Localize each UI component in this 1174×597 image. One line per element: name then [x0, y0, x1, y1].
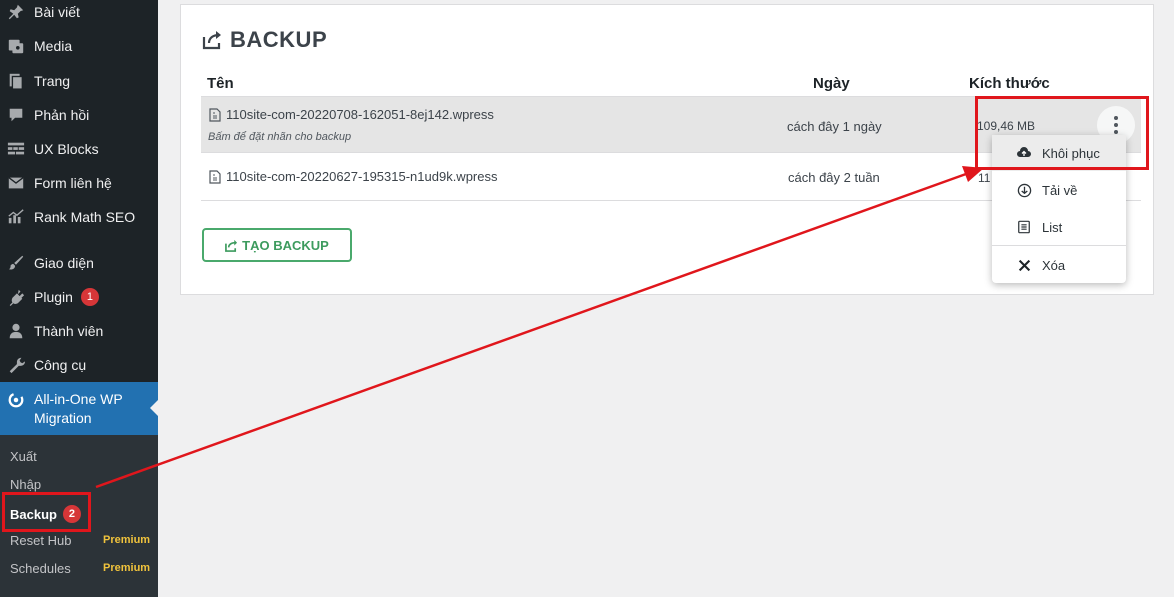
column-header-size: Kích thước: [969, 75, 1050, 92]
sidebar-item-label: Media: [34, 38, 73, 54]
sidebar-item-contact-form[interactable]: Form liên hệ: [0, 166, 158, 200]
menu-item-download[interactable]: Tải về: [992, 172, 1126, 208]
plugin-icon: [6, 287, 26, 307]
plugin-update-badge: 1: [80, 288, 99, 306]
pages-icon: [6, 71, 26, 91]
submenu-item-export[interactable]: Xuất: [10, 449, 37, 464]
sidebar-item-label: Plugin: [34, 289, 73, 305]
sidebar-item-appearance[interactable]: Giao diện: [0, 246, 158, 280]
sidebar-item-label: Form liên hệ: [34, 175, 112, 191]
sidebar-item-posts[interactable]: Bài viết: [0, 0, 158, 29]
sidebar-item-ux-blocks[interactable]: UX Blocks: [0, 132, 158, 166]
list-icon: [1016, 219, 1032, 235]
share-icon: [202, 31, 221, 50]
backup-label-hint[interactable]: Bấm để đặt nhãn cho backup: [208, 131, 351, 143]
sidebar-item-users[interactable]: Thành viên: [0, 314, 158, 348]
mail-icon: [6, 173, 26, 193]
brush-icon: [6, 253, 26, 273]
premium-tag: Premium: [103, 562, 151, 574]
close-icon: [1016, 257, 1032, 273]
highlight-box-restore: [975, 96, 1149, 170]
page-title: BACKUP: [201, 27, 327, 53]
backup-date: cách đây 2 tuần: [788, 170, 880, 185]
submenu-item-schedules[interactable]: Schedules: [10, 561, 71, 576]
user-icon: [6, 321, 26, 341]
download-icon: [1016, 182, 1032, 198]
sidebar-item-label: UX Blocks: [34, 141, 99, 157]
comment-icon: [6, 105, 26, 125]
migration-icon: [6, 390, 26, 410]
sidebar-item-label: Bài viết: [34, 4, 80, 20]
create-backup-button[interactable]: TẠO BACKUP: [202, 228, 352, 262]
media-icon: [6, 36, 26, 56]
file-icon: [209, 169, 221, 184]
submenu-item-reset-hub[interactable]: Reset Hub: [10, 533, 71, 548]
blocks-icon: [6, 139, 26, 159]
chart-icon: [6, 207, 26, 227]
column-header-date: Ngày: [813, 75, 850, 92]
backup-size: 11: [978, 171, 991, 185]
sidebar-item-label: Rank Math SEO: [34, 209, 136, 225]
highlight-box-backup: [2, 492, 91, 532]
menu-divider: [992, 245, 1126, 246]
sidebar-item-label: Giao diện: [34, 255, 94, 271]
backup-date: cách đây 1 ngày: [787, 119, 882, 134]
sidebar-item-tools[interactable]: Công cụ: [0, 348, 158, 382]
sidebar-item-label: Công cụ: [34, 357, 87, 373]
wrench-icon: [6, 355, 26, 375]
sidebar-item-media[interactable]: Media: [0, 29, 158, 63]
submenu-item-import[interactable]: Nhập: [10, 477, 41, 492]
file-icon: [209, 107, 221, 122]
sidebar-item-rank-math[interactable]: Rank Math SEO: [0, 200, 158, 234]
sidebar-item-all-in-one-migration[interactable]: All-in-One WP Migration: [0, 382, 158, 435]
column-header-name: Tên: [207, 75, 234, 92]
active-menu-arrow: [150, 400, 158, 416]
sidebar-item-plugins[interactable]: Plugin 1: [0, 280, 158, 314]
sidebar-item-label: Trang: [34, 73, 71, 89]
pin-icon: [6, 2, 26, 22]
backup-file-name: 110site-com-20220708-162051-8ej142.wpres…: [209, 107, 494, 122]
sidebar-item-label: All-in-One WP Migration: [34, 391, 123, 426]
sidebar-item-label: Thành viên: [34, 323, 104, 339]
premium-tag: Premium: [103, 534, 151, 546]
sidebar-item-pages[interactable]: Trang: [0, 64, 158, 98]
menu-item-delete[interactable]: Xóa: [992, 247, 1126, 283]
menu-item-list[interactable]: List: [992, 209, 1126, 245]
sidebar-item-label: Phản hồi: [34, 107, 90, 123]
share-icon: [225, 239, 238, 252]
sidebar-item-comments[interactable]: Phản hồi: [0, 98, 158, 132]
backup-file-name: 110site-com-20220627-195315-n1ud9k.wpres…: [209, 169, 498, 184]
